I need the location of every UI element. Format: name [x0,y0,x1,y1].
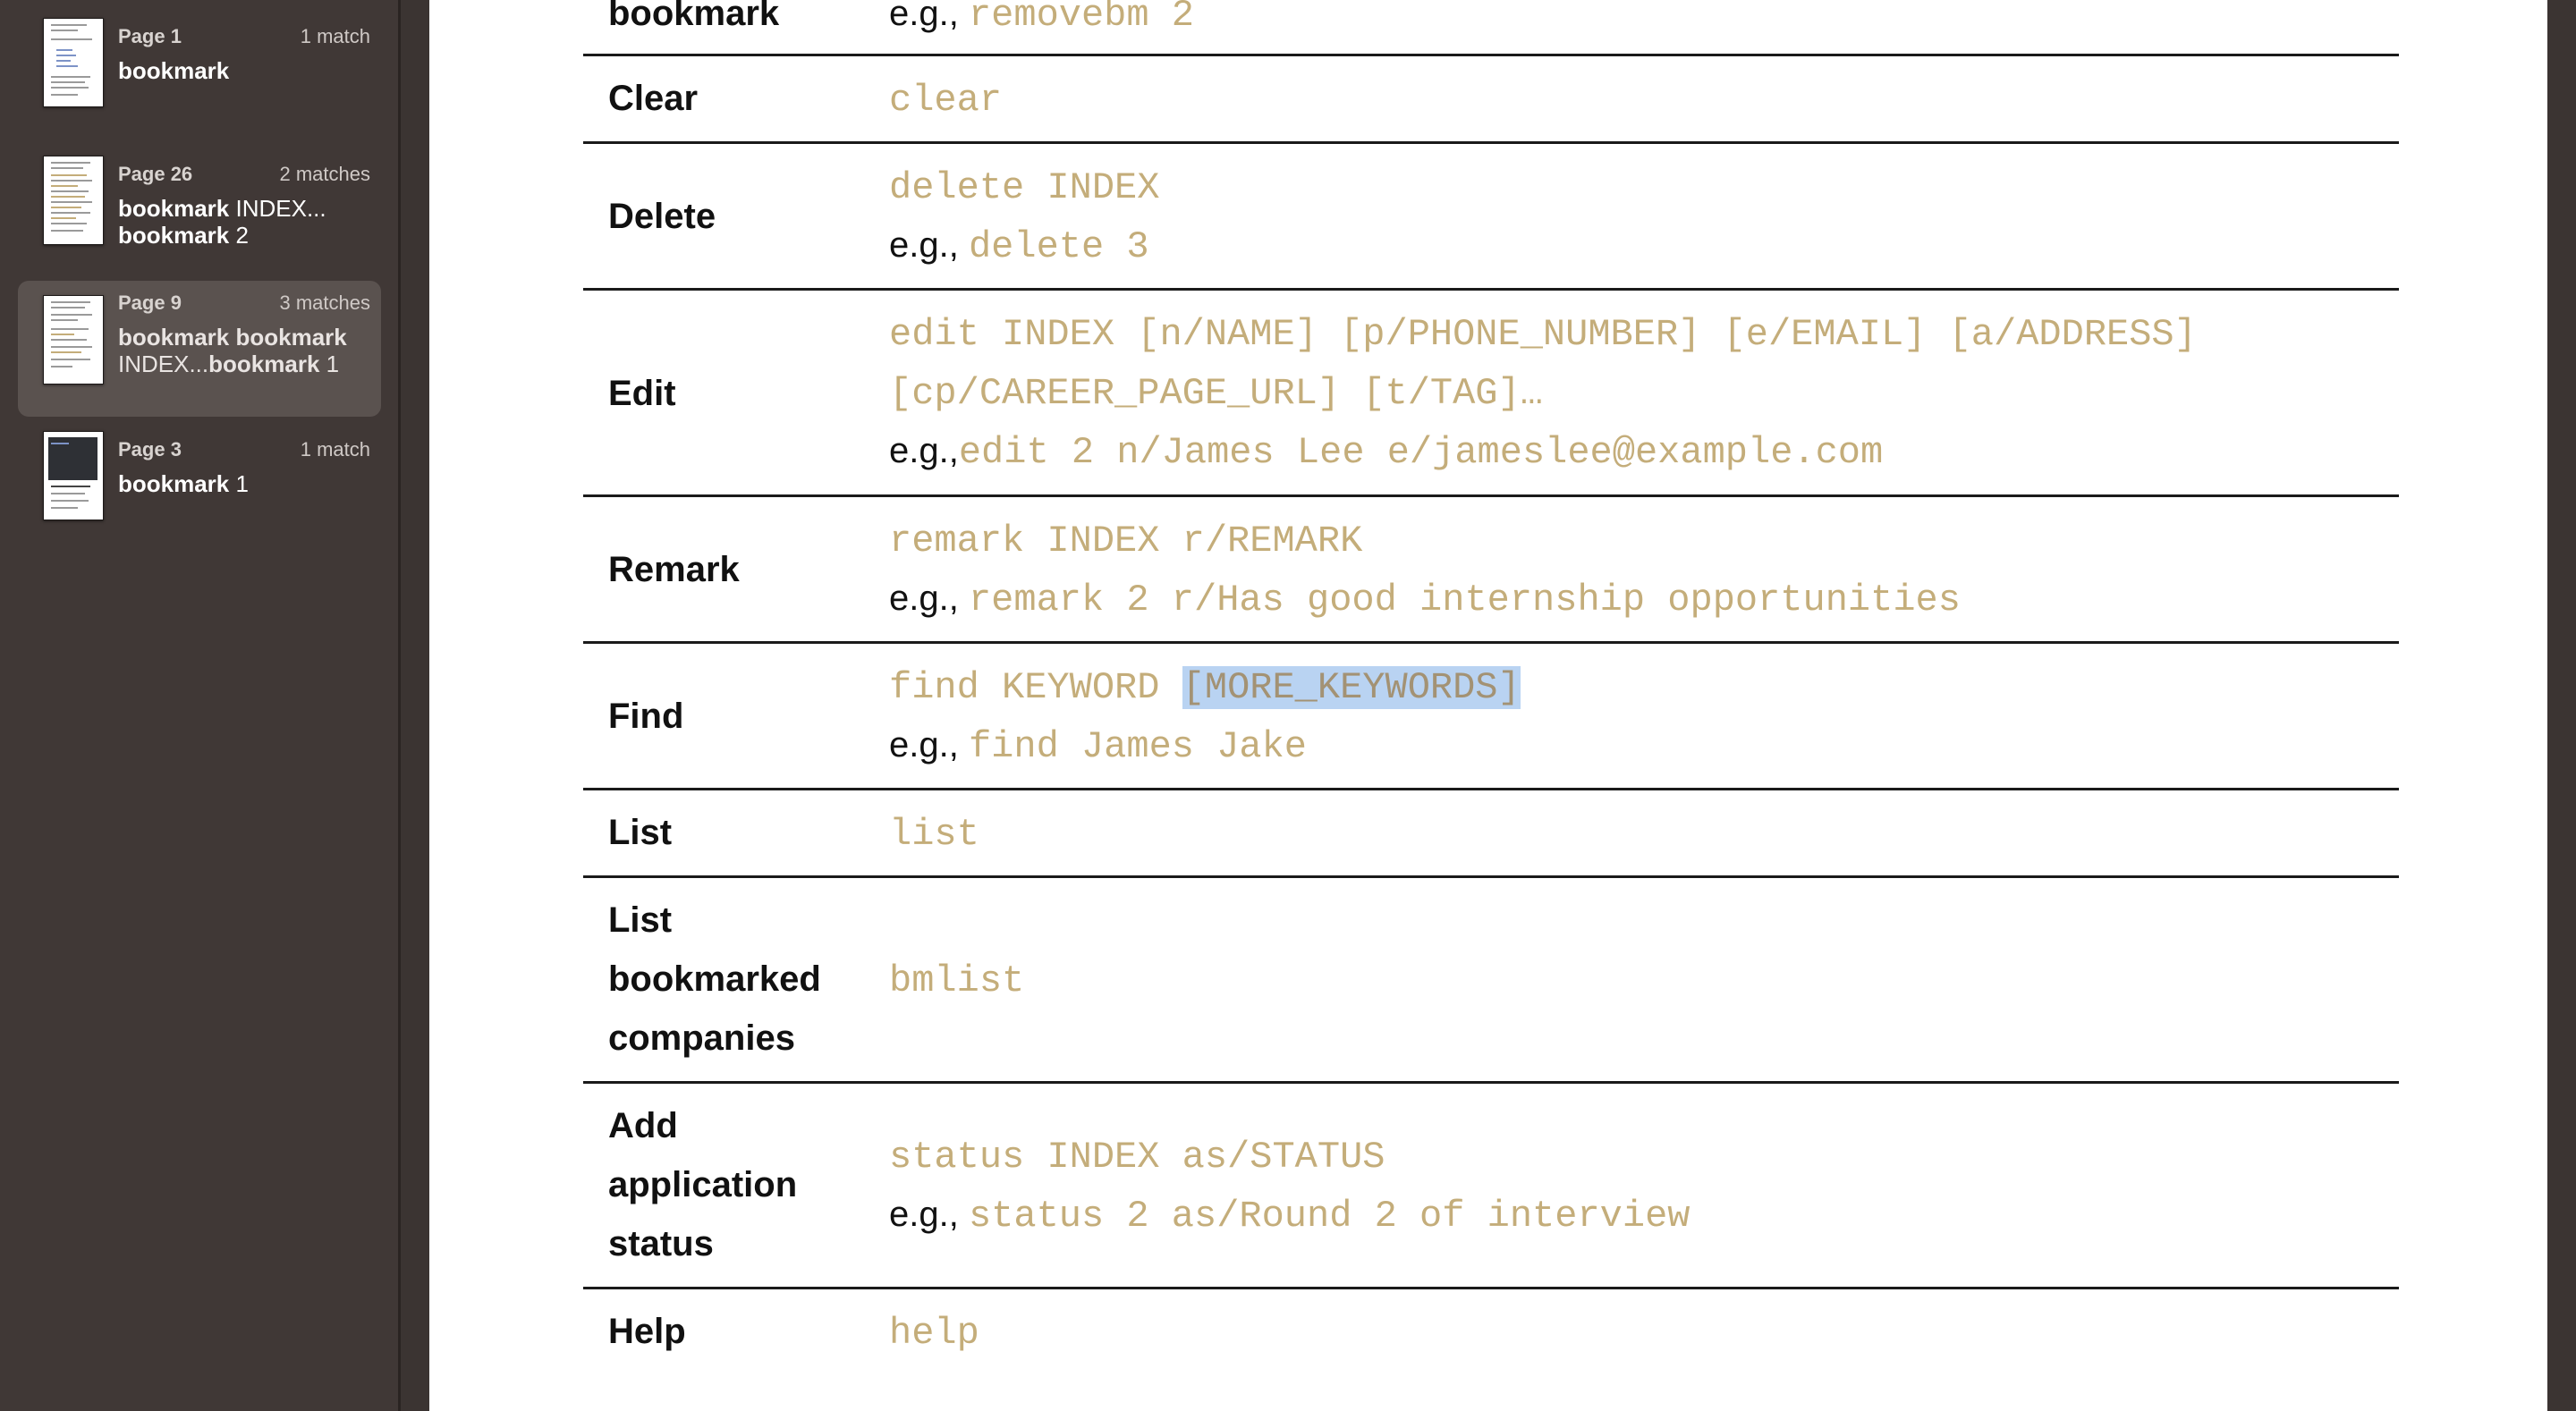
command-name: Find [608,697,684,736]
snippet-match: bookmark bookmark [118,324,347,351]
code-text: find James Jake [968,725,1308,768]
format-line: edit INDEX [n/NAME] [p/PHONE_NUMBER] [e/… [889,303,2197,362]
page-thumbnail [43,18,104,107]
document-gutter [401,0,429,1411]
code-text: bmlist [889,959,1025,1002]
example-line: e.g., delete 3 [889,215,1149,275]
format-line: list [889,803,979,862]
result-snippet: bookmark bookmark INDEX...bookmark 1 [118,324,377,377]
table-row: Delete delete INDEX e.g., delete 3 [583,144,2399,291]
command-name: Help [608,1312,686,1351]
result-page-label: Page 9 [118,291,182,314]
snippet-context: 2 [229,222,249,249]
result-snippet: bookmark 1 [118,470,377,497]
code-text: find KEYWORD [889,666,1182,709]
result-match-count: 1 match [300,438,370,460]
result-snippet: bookmark INDEX... bookmark 2 [118,195,377,249]
result-page-label: Page 1 [118,25,182,47]
result-page-label: Page 26 [118,163,193,185]
example-prefix: e.g., [889,0,969,33]
search-result-page-1[interactable]: Page 1 1 match bookmark [18,16,381,152]
code-text: edit INDEX [n/NAME] [p/PHONE_NUMBER] [e/… [889,313,2197,356]
snippet-context: INDEX... [229,195,326,222]
result-snippet: bookmark [118,57,377,84]
code-text: clear [889,79,1003,122]
page-thumbnail [43,431,104,520]
example-line: e.g., find James Jake [889,715,1307,774]
result-page-label: Page 3 [118,438,182,460]
table-row: Remark remark INDEX r/REMARK e.g., remar… [583,497,2399,644]
snippet-context: 1 [319,351,340,377]
format-line: status INDEX as/STATUS [889,1126,1385,1185]
code-text: removebm 2 [968,0,1194,37]
result-match-count: 3 matches [279,291,371,314]
table-row: Add application status status INDEX as/S… [583,1084,2399,1289]
code-text: remark INDEX r/REMARK [889,520,1363,562]
format-line: bmlist [889,950,1024,1009]
code-text: delete 3 [968,225,1149,268]
code-text: help [889,1312,979,1355]
code-text: remark 2 r/Has good internship opportuni… [968,579,1961,621]
snippet-context: INDEX... [118,351,209,377]
code-text: list [889,813,979,856]
snippet-match: bookmark [118,222,230,249]
command-name: List [608,813,673,852]
page-thumbnail [43,295,104,384]
snippet-match: bookmark [118,470,230,497]
format-line: help [889,1302,979,1361]
format-line: clear [889,69,1002,128]
page-thumbnail [43,156,104,245]
search-result-page-3[interactable]: Page 3 1 match bookmark 1 [18,429,381,565]
command-name: Delete [608,197,716,236]
snippet-match: bookmark [118,195,230,222]
example-prefix: e.g., [889,1195,969,1234]
example-prefix: e.g., [889,579,969,618]
format-line: delete INDEX [889,156,1159,215]
code-text: delete INDEX [889,166,1160,209]
format-line: find KEYWORD [MORE_KEYWORDS] [889,656,1521,715]
example-prefix: e.g., [889,225,969,265]
code-text: status 2 as/Round 2 of interview [968,1195,1690,1238]
table-row: Clear clear [583,56,2399,144]
selected-text-highlight[interactable]: [MORE_KEYWORDS] [1182,666,1521,709]
table-row: List list [583,790,2399,878]
example-line: e.g., remark 2 r/Has good internship opp… [889,569,1961,628]
table-row: Find find KEYWORD [MORE_KEYWORDS] e.g., … [583,644,2399,790]
command-name: Remark [608,550,740,589]
format-line: remark INDEX r/REMARK [889,510,1362,569]
format-line: [cp/CAREER_PAGE_URL] [t/TAG]… [889,362,1543,421]
result-match-count: 2 matches [279,163,371,185]
code-text: [cp/CAREER_PAGE_URL] [t/TAG]… [889,372,1543,415]
command-name: Add application status [608,1106,798,1263]
command-name: Edit [608,374,676,413]
example-prefix: e.g., [889,431,959,470]
example-line: e.g., status 2 as/Round 2 of interview [889,1185,1690,1244]
table-row: bookmark e.g., removebm 2 [583,0,2399,56]
example-line: e.g., removebm 2 [889,0,1194,43]
snippet-context: 1 [229,470,249,497]
search-result-page-9[interactable]: Page 9 3 matches bookmark bookmark INDEX.… [18,281,381,417]
table-row: Help help [583,1289,2399,1379]
search-results-sidebar: Page 1 1 match bookmark Page 26 2 matche… [0,0,401,1411]
code-text: status INDEX as/STATUS [889,1136,1385,1179]
table-row: Edit edit INDEX [n/NAME] [p/PHONE_NUMBER… [583,291,2399,497]
snippet-match: bookmark [208,351,320,377]
example-line: e.g.,edit 2 n/James Lee e/jameslee@examp… [889,421,1883,480]
command-name: Clear [608,79,699,118]
code-text: edit 2 n/James Lee e/jameslee@example.co… [958,431,1884,474]
window-edge [2547,0,2576,1411]
snippet-match: bookmark [118,57,230,84]
table-row: List bookmarked companies bmlist [583,878,2399,1084]
result-match-count: 1 match [300,25,370,47]
command-name: List bookmarked companies [608,900,821,1058]
search-result-page-26[interactable]: Page 26 2 matches bookmark INDEX... bookm… [18,154,381,290]
example-prefix: e.g., [889,725,969,765]
command-name: bookmark [608,0,780,33]
